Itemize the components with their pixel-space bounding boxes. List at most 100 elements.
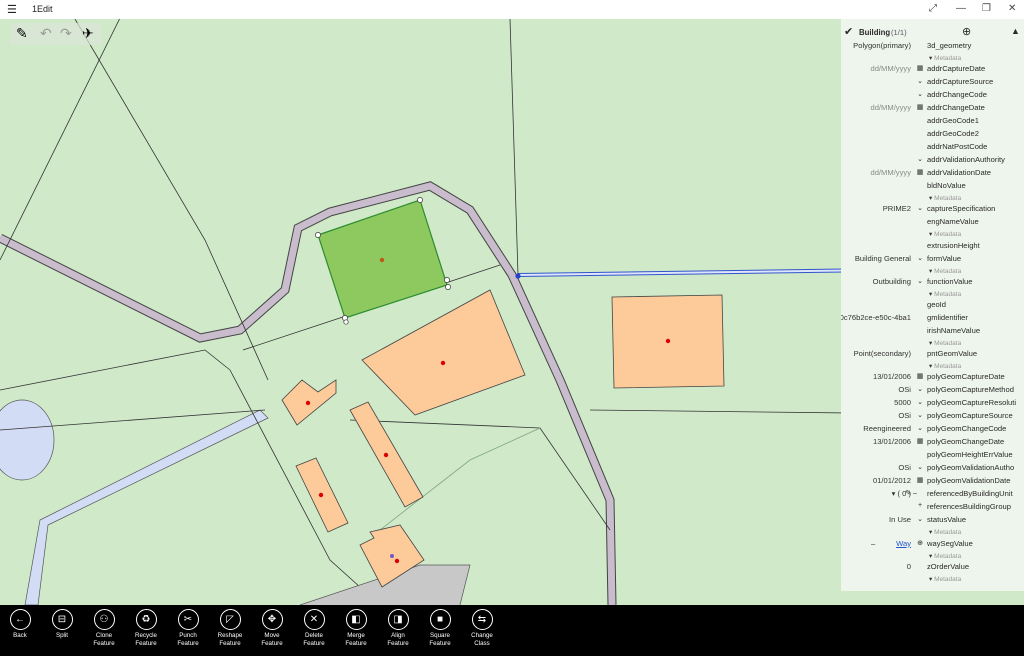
punch-button[interactable]: ✂ Punch Feature (167, 609, 209, 648)
metadata-label[interactable]: Metadata (929, 575, 961, 583)
metadata-label[interactable]: Metadata (929, 528, 961, 536)
add-icon[interactable]: + (915, 502, 925, 509)
chevron-down-icon[interactable]: ⌄ (915, 424, 925, 432)
restore-icon[interactable]: ❐ (982, 3, 991, 14)
check-icon[interactable]: ✔ (844, 25, 853, 38)
attribute-name: polyGeomCaptureSource (927, 411, 1013, 421)
calendar-icon[interactable]: ▦ (915, 372, 925, 380)
redo-icon[interactable]: ↷ (60, 25, 72, 42)
metadata-label[interactable]: Metadata (929, 552, 961, 560)
metadata-label[interactable]: Metadata (929, 230, 961, 238)
attribute-row: PRIME2 ⌄ captureSpecification (841, 204, 1024, 215)
attribute-value[interactable]: dd/MM/yyyy (870, 64, 911, 73)
chevron-down-icon[interactable]: ⌄ (915, 254, 925, 262)
reshape-button[interactable]: ◸ Reshape Feature (209, 609, 251, 648)
attribute-name: bldNoValue (927, 181, 966, 191)
chevron-down-icon[interactable]: ⌄ (915, 463, 925, 471)
attribute-value[interactable]: Point(secondary) (854, 349, 911, 358)
attribute-value[interactable]: 13/01/2006 (873, 372, 911, 381)
metadata-label[interactable]: Metadata (929, 362, 961, 370)
attribute-name: extrusionHeight (927, 240, 980, 250)
attribute-row: + referencesBuildingGroup (841, 502, 1024, 513)
attribute-value[interactable]: dd/MM/yyyy (870, 103, 911, 112)
metadata-label[interactable]: Metadata (929, 194, 961, 202)
attribute-value[interactable]: In Use (889, 515, 911, 524)
chevron-down-icon[interactable]: ⌄ (915, 277, 925, 285)
split-button[interactable]: ⊟ Split (41, 609, 83, 640)
attribute-row: addrGeoCode1 (841, 116, 1024, 127)
way-link[interactable]: Way (896, 539, 911, 548)
metadata-label[interactable]: Metadata (929, 267, 961, 275)
change-class-button[interactable]: ⇆ Change Class (461, 609, 503, 648)
calendar-icon[interactable]: ▦ (915, 476, 925, 484)
attribute-row: Outbuilding ⌄ functionValue (841, 277, 1024, 288)
attribute-name: polyGeomCaptureDate (927, 372, 1005, 382)
attribute-value[interactable]: dd/MM/yyyy (870, 168, 911, 177)
calendar-icon[interactable]: ▦ (915, 64, 925, 72)
hamburger-menu-icon[interactable]: ☰ (7, 3, 17, 16)
calendar-icon[interactable]: ▦ (915, 168, 925, 176)
pencil-icon[interactable]: ✎ (16, 25, 28, 42)
attribute-name: addrValidationDate (927, 168, 992, 178)
chevron-down-icon[interactable]: ⌄ (915, 90, 925, 98)
expand-icon[interactable]: ⤢ (929, 3, 937, 14)
gps-off-icon[interactable]: ✈ (82, 25, 94, 42)
attribute-name: polyGeomCaptureMethod (927, 385, 1014, 395)
align-button[interactable]: ◨ Align Feature (377, 609, 419, 648)
attribute-value[interactable]: 0 (907, 562, 911, 571)
zoom-to-icon[interactable]: ⊕ (962, 25, 971, 38)
attribute-name: addrGeoCode1 (927, 116, 979, 126)
panel-header: ✔ Building (1/1) ⊕ ▲ (841, 25, 1024, 39)
minimize-icon[interactable]: — (956, 3, 966, 14)
attribute-value[interactable]: 5000 (894, 398, 911, 407)
metadata-label[interactable]: Metadata (929, 339, 961, 347)
attribute-value[interactable]: Outbuilding (873, 277, 911, 286)
attribute-row: 01/01/2012 ▦ polyGeomValidationDate (841, 476, 1024, 487)
chevron-down-icon[interactable]: ⌄ (915, 398, 925, 406)
calendar-icon[interactable]: ▦ (915, 103, 925, 111)
attribute-name: referencesBuildingGroup (927, 502, 1012, 512)
attribute-value[interactable]: OSi (898, 463, 911, 472)
attribute-value[interactable]: PRIME2 (883, 204, 911, 213)
metadata-label[interactable]: Metadata (929, 290, 961, 298)
attribute-value[interactable]: Reengineered (863, 424, 911, 433)
merge-icon: ◧ (345, 609, 367, 630)
attribute-value[interactable]: 13/01/2006 (873, 437, 911, 446)
chevron-down-icon[interactable]: ⌄ (915, 515, 925, 523)
attribute-value[interactable]: Building General (855, 254, 911, 263)
undo-icon[interactable]: ↶ (40, 25, 52, 42)
toolbar-label: Split (55, 632, 69, 639)
clone-button[interactable]: ⚇ Clone Feature (83, 609, 125, 648)
reshape-icon: ◸ (219, 609, 241, 630)
chevron-down-icon[interactable]: ⌄ (915, 77, 925, 85)
close-icon[interactable]: ✕ (1008, 3, 1016, 14)
feature-count: (1/1) (891, 28, 907, 37)
delete-button[interactable]: ✕ Delete Feature (293, 609, 335, 648)
collapse-icon[interactable]: ▲ (1011, 26, 1020, 36)
back-button[interactable]: ← Back (0, 609, 41, 640)
chevron-down-icon[interactable]: ⌄ (915, 411, 925, 419)
edit-icon[interactable]: ✎ – (897, 489, 925, 497)
metadata-toggle[interactable]: Metadata (841, 575, 1024, 586)
attribute-value[interactable]: OSi (898, 385, 911, 394)
toolbar-label: Delete Feature (303, 632, 325, 647)
chevron-down-icon[interactable]: ⌄ (915, 155, 925, 163)
attribute-value[interactable]: Polygon(primary) (853, 41, 911, 50)
metadata-label[interactable]: Metadata (929, 54, 961, 62)
remove-icon[interactable]: – (871, 539, 875, 548)
chevron-down-icon[interactable]: ⌄ (915, 385, 925, 393)
calendar-icon[interactable]: ▦ (915, 437, 925, 445)
attribute-value[interactable]: 0c76b2ce-e50c-4ba1 (841, 313, 911, 322)
merge-button[interactable]: ◧ Merge Feature (335, 609, 377, 648)
move-button[interactable]: ✥ Move Feature (251, 609, 293, 648)
attribute-value[interactable]: OSi (898, 411, 911, 420)
attribute-row: ▾ ( 0 ) ✎ – referencedByBuildingUnit (841, 489, 1024, 500)
chevron-down-icon[interactable]: ⌄ (915, 204, 925, 212)
zoom-icon[interactable]: ⊕ (915, 539, 925, 547)
attribute-name: engNameValue (927, 217, 979, 227)
square-button[interactable]: ■ Square Feature (419, 609, 461, 648)
attribute-value[interactable]: 01/01/2012 (873, 476, 911, 485)
recycle-button[interactable]: ♻ Recycle Feature (125, 609, 167, 648)
attribute-name: zOrderValue (927, 561, 970, 571)
toolbar-label: Change Class (471, 632, 493, 647)
